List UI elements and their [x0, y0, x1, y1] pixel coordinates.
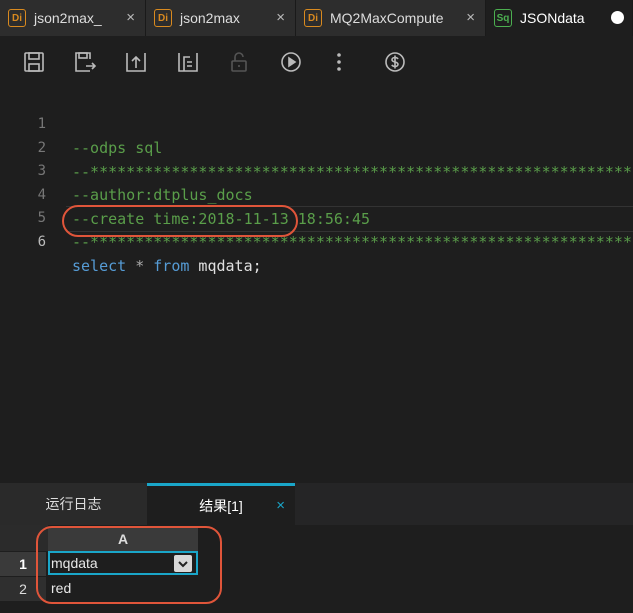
submit-button[interactable] — [124, 50, 148, 74]
tab-label: 运行日志 — [45, 496, 102, 512]
run-button[interactable] — [279, 50, 303, 74]
highlight-annotation — [36, 526, 222, 604]
close-icon[interactable]: × — [276, 497, 285, 514]
tab-title: json2max_ — [34, 10, 102, 26]
code-line: 1 --odps sql — [0, 88, 633, 157]
data-integration-icon: Di — [8, 9, 26, 27]
sql-icon: Sq — [494, 9, 512, 27]
highlight-annotation — [62, 205, 298, 237]
toolbar — [0, 36, 633, 88]
tab-title: MQ2MaxCompute — [330, 10, 444, 26]
close-icon[interactable]: × — [466, 9, 475, 27]
cost-estimate-button[interactable] — [383, 50, 407, 74]
close-icon[interactable]: × — [126, 9, 135, 27]
code-line: 5 --************************************… — [0, 182, 633, 251]
save-icon — [24, 52, 44, 72]
editor-tab-bar: Di json2max_ × Di json2max × Di MQ2MaxCo… — [0, 0, 633, 36]
data-integration-icon: Di — [154, 9, 172, 27]
tab-mq2maxcompute[interactable]: Di MQ2MaxCompute × — [296, 0, 486, 36]
steal-lock-icon — [178, 53, 198, 72]
line-number: 6 — [37, 234, 46, 250]
keyword-from: from — [153, 257, 190, 275]
tab-run-log[interactable]: 运行日志 — [0, 483, 147, 525]
save-button[interactable] — [22, 50, 46, 74]
submit-icon — [126, 53, 146, 72]
close-icon[interactable]: × — [276, 9, 285, 27]
code-line: 2 --************************************… — [0, 112, 633, 181]
save-as-icon — [75, 52, 97, 72]
cost-estimate-icon — [385, 52, 405, 72]
result-panel-tabs: 运行日志 结果[1] × — [0, 483, 633, 525]
tab-result-1[interactable]: 结果[1] × — [147, 483, 295, 525]
code-editor[interactable]: 1 --odps sql 2 --***********************… — [0, 88, 633, 483]
operator: * — [126, 257, 154, 275]
lock-icon — [231, 52, 247, 72]
more-icon — [337, 53, 341, 71]
data-integration-icon: Di — [304, 9, 322, 27]
save-as-button[interactable] — [73, 50, 97, 74]
keyword-select: select — [72, 257, 127, 275]
tab-jsondata[interactable]: Sq JSONdata — [486, 0, 633, 36]
tab-title: json2max — [180, 10, 240, 26]
unsaved-dot-icon[interactable] — [611, 11, 624, 24]
run-icon — [281, 52, 301, 72]
steal-lock-button[interactable] — [176, 50, 200, 74]
code-line: 3 --author:dtplus_docs — [0, 135, 633, 204]
tab-json2max[interactable]: Di json2max × — [146, 0, 296, 36]
result-grid: A 1 2 mqdata red — [0, 525, 633, 613]
tab-title: JSONdata — [520, 10, 585, 26]
table-identifier: mqdata; — [189, 257, 262, 275]
tab-label: 结果[1] — [199, 497, 243, 514]
code-line: 4 --create time:2018-11-13 18:56:45 — [0, 159, 633, 228]
lock-button[interactable] — [227, 50, 251, 74]
more-button[interactable] — [327, 50, 351, 74]
tab-json2max-underscore[interactable]: Di json2max_ × — [0, 0, 146, 36]
code-statement: select * from mqdata; — [72, 254, 262, 278]
